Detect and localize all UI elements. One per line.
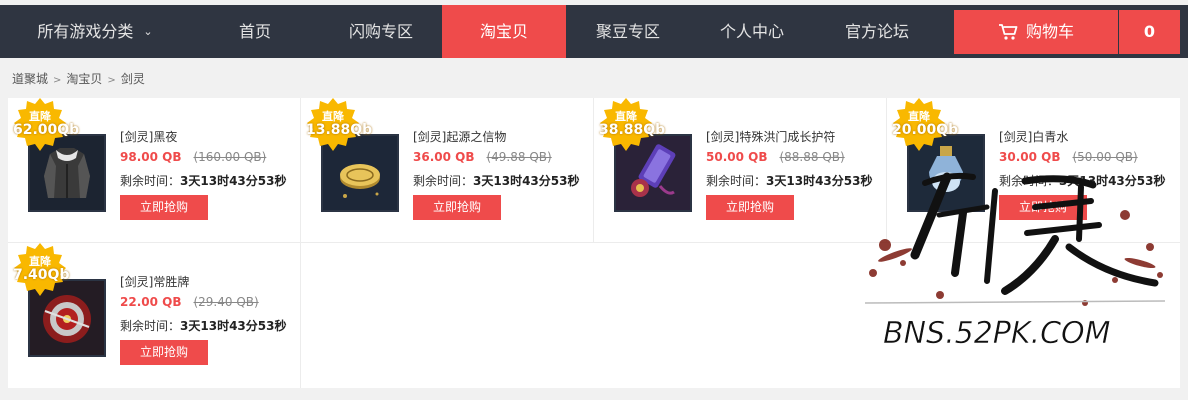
original-price: (160.00 QB) — [193, 150, 267, 164]
original-price: (29.40 QB) — [193, 295, 259, 309]
countdown: 剩余时间：3天13时43分53秒 — [706, 172, 872, 189]
price-row: 98.00 QB (160.00 QB) — [120, 150, 266, 164]
svg-text:BNS.52PK.COM: BNS.52PK.COM — [883, 316, 1111, 351]
buy-now-button[interactable]: 立即抢购 — [120, 195, 208, 220]
badge-amount: 13.88Qb — [306, 122, 373, 138]
nav-flash-sale[interactable]: 闪购专区 — [316, 5, 446, 58]
current-price: 50.00 QB — [706, 150, 768, 164]
current-price: 98.00 QB — [120, 150, 182, 164]
chevron-down-icon: ⌄ — [143, 25, 153, 38]
current-price: 36.00 QB — [413, 150, 475, 164]
countdown: 剩余时间：3天13时43分53秒 — [120, 317, 286, 334]
breadcrumb-separator-icon: > — [53, 75, 62, 86]
cart-icon — [998, 24, 1018, 40]
product-name[interactable]: [剑灵]黑夜 — [120, 128, 177, 145]
countdown-label: 剩余时间： — [706, 174, 767, 188]
product-name[interactable]: [剑灵]特殊洪门成长护符 — [706, 128, 835, 145]
countdown-label: 剩余时间： — [413, 174, 474, 188]
nav-home[interactable]: 首页 — [190, 5, 320, 58]
breadcrumb-separator-icon: > — [107, 75, 116, 86]
badge-amount: 20.00Qb — [892, 122, 959, 138]
bns-52pk-watermark-logo: BNS.52PK.COM — [864, 172, 1166, 351]
buy-now-button[interactable]: 立即抢购 — [413, 195, 501, 220]
original-price: (49.88 QB) — [486, 150, 552, 164]
countdown-value: 3天13时43分53秒 — [180, 174, 287, 188]
cart-button[interactable]: 购物车 — [954, 10, 1118, 54]
nav-label: 所有游戏分类 — [37, 22, 134, 41]
badge-amount: 38.88Qb — [599, 122, 666, 138]
price-row: 36.00 QB (49.88 QB) — [413, 150, 552, 164]
cart-label: 购物车 — [1025, 22, 1074, 41]
countdown-label: 剩余时间： — [120, 174, 181, 188]
cart-count[interactable]: 0 — [1119, 10, 1180, 54]
countdown-label: 剩余时间： — [120, 319, 181, 333]
badge-amount: 62.00Qb — [13, 122, 80, 138]
price-row: 22.00 QB (29.40 QB) — [120, 295, 259, 309]
nav-all-categories[interactable]: 所有游戏分类 ⌄ — [0, 5, 190, 58]
product-name[interactable]: [剑灵]常胜牌 — [120, 273, 189, 290]
breadcrumb-taobaobei[interactable]: 淘宝贝 — [66, 72, 102, 86]
breadcrumb-home[interactable]: 道聚城 — [12, 72, 48, 86]
product-name[interactable]: [剑灵]白青水 — [999, 128, 1068, 145]
nav-judou[interactable]: 聚豆专区 — [566, 5, 690, 58]
countdown-value: 3天13时43分53秒 — [180, 319, 287, 333]
product-card: 直降 7.40Qb [剑灵]常胜牌 22.00 QB (29.40 QB) 剩余时… — [8, 243, 301, 388]
buy-now-button[interactable]: 立即抢购 — [706, 195, 794, 220]
nav-personal-center[interactable]: 个人中心 — [690, 5, 814, 58]
current-price: 22.00 QB — [120, 295, 182, 309]
top-nav: 所有游戏分类 ⌄ 首页 闪购专区 淘宝贝 聚豆专区 个人中心 官方论坛 购物车 0 — [0, 5, 1188, 58]
price-row: 50.00 QB (88.88 QB) — [706, 150, 845, 164]
countdown: 剩余时间：3天13时43分53秒 — [120, 172, 286, 189]
badge-amount: 7.40Qb — [13, 267, 70, 283]
countdown: 剩余时间：3天13时43分53秒 — [413, 172, 579, 189]
nav-forum[interactable]: 官方论坛 — [814, 5, 940, 58]
nav-taobaobei[interactable]: 淘宝贝 — [442, 5, 566, 58]
original-price: (88.88 QB) — [779, 150, 845, 164]
buy-now-button[interactable]: 立即抢购 — [120, 340, 208, 365]
countdown-value: 3天13时43分53秒 — [473, 174, 580, 188]
breadcrumb-current: 剑灵 — [120, 72, 145, 86]
product-card: 直降 62.00Qb [剑灵]黑夜 98.00 QB (160.00 QB) 剩余… — [8, 98, 301, 243]
product-name[interactable]: [剑灵]起源之信物 — [413, 128, 506, 145]
breadcrumb: 道聚城 > 淘宝贝 > 剑灵 — [12, 70, 145, 87]
product-card: 直降 38.88Qb [剑灵]特殊洪门成长护符 50.00 QB (88.88 Q… — [594, 98, 887, 243]
product-card: 直降 13.88Qb [剑灵]起源之信物 36.00 QB (49.88 QB) … — [301, 98, 594, 243]
